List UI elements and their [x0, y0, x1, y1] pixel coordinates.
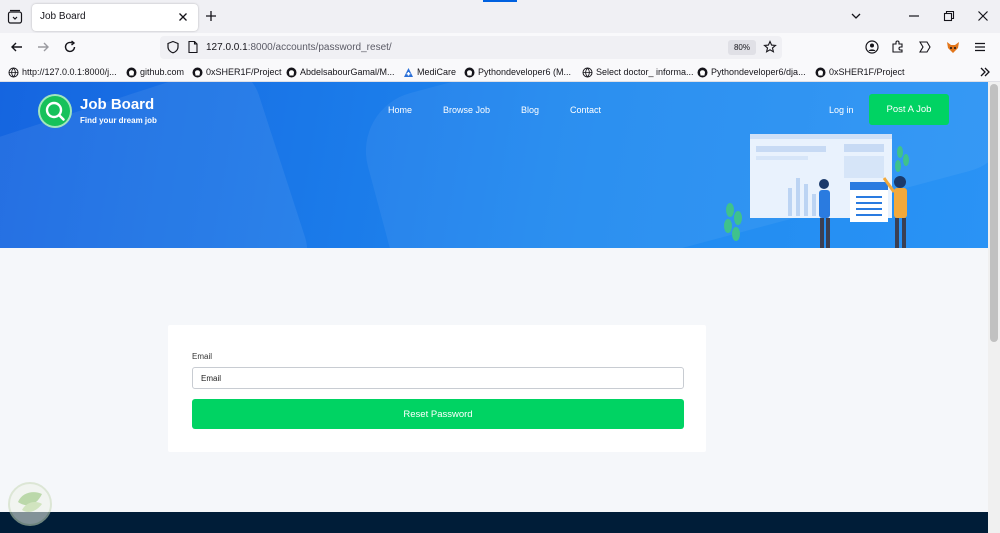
fox-extension-icon[interactable]: [945, 39, 961, 55]
scrollbar-thumb[interactable]: [990, 84, 998, 342]
login-link[interactable]: Log in: [829, 105, 854, 115]
address-bar[interactable]: 127.0.0.1:8000/accounts/password_reset/ …: [160, 36, 782, 59]
bookmark-label: Pythondeveloper6 (M...: [478, 67, 572, 77]
hero-banner: Job Board Find your dream job Home Brows…: [0, 82, 988, 248]
bookmark-item[interactable]: Pythondeveloper6/dja...: [697, 65, 806, 79]
search-icon: [45, 101, 65, 121]
medicare-icon: [404, 67, 413, 77]
url-path: :8000/accounts/password_reset/: [247, 42, 392, 53]
github-icon: [192, 67, 203, 77]
github-icon: [464, 67, 475, 77]
page-viewport: Job Board Find your dream job Home Brows…: [0, 82, 988, 533]
account-icon[interactable]: [864, 39, 880, 55]
close-window-icon[interactable]: [975, 8, 991, 24]
bookmark-label: Pythondeveloper6/dja...: [711, 67, 806, 77]
bookmark-item[interactable]: MediCare: [403, 65, 456, 79]
bookmark-item[interactable]: 0xSHER1F/Project: [815, 65, 905, 79]
bookmark-item[interactable]: Select doctor_ informa...: [582, 65, 694, 79]
logo-title[interactable]: Job Board: [80, 96, 154, 113]
reload-icon[interactable]: [62, 39, 78, 55]
minimize-icon[interactable]: [906, 8, 922, 24]
forward-arrow-icon[interactable]: [35, 39, 51, 55]
bookmark-item[interactable]: 0xSHER1F/Project: [192, 65, 282, 79]
list-all-tabs-icon[interactable]: [848, 8, 864, 24]
nav-browse-job[interactable]: Browse Job: [443, 105, 490, 115]
back-arrow-icon[interactable]: [9, 39, 25, 55]
post-job-button[interactable]: Post A Job: [869, 94, 949, 125]
chevron-double-right-icon[interactable]: [978, 65, 992, 79]
password-reset-card: Email Reset Password: [168, 325, 706, 452]
shield-icon[interactable]: [166, 40, 180, 54]
bookmark-label: MediCare: [417, 67, 457, 77]
globe-icon: [582, 67, 593, 77]
tab-indicator: [483, 0, 517, 2]
zoom-level-button[interactable]: 80%: [728, 40, 756, 55]
browser-tab[interactable]: Job Board: [32, 4, 198, 31]
email-label: Email: [192, 352, 213, 361]
extension-icon[interactable]: [917, 39, 933, 55]
page-icon[interactable]: [186, 40, 200, 54]
bookmark-item[interactable]: http://127.0.0.1:8000/j...: [8, 65, 117, 79]
github-icon: [815, 67, 826, 77]
restore-icon[interactable]: [941, 8, 957, 24]
tab-overview-icon[interactable]: [6, 8, 24, 26]
url-host: 127.0.0.1: [206, 42, 248, 53]
url-text[interactable]: 127.0.0.1:8000/accounts/password_reset/: [206, 42, 392, 53]
watermark-logo-icon: [8, 482, 52, 526]
bookmark-star-icon[interactable]: [763, 40, 777, 54]
tab-title: Job Board: [40, 11, 86, 22]
bookmark-item[interactable]: AbdelsabourGamal/M...: [286, 65, 395, 79]
nav-contact[interactable]: Contact: [570, 105, 601, 115]
logo-icon[interactable]: [38, 94, 72, 128]
page-footer: [0, 512, 988, 533]
new-tab-icon[interactable]: [204, 9, 218, 23]
github-icon: [697, 67, 708, 77]
bookmark-label: http://127.0.0.1:8000/j...: [22, 67, 117, 77]
bookmark-label: 0xSHER1F/Project: [206, 67, 282, 77]
tab-strip: Job Board: [0, 0, 1000, 33]
hero-illustration: [724, 134, 909, 248]
bookmark-label: github.com: [140, 67, 185, 77]
menu-hamburger-icon[interactable]: [972, 39, 988, 55]
email-input[interactable]: [192, 367, 684, 389]
bookmark-label: Select doctor_ informa...: [596, 67, 694, 77]
bookmark-label: 0xSHER1F/Project: [829, 67, 905, 77]
nav-home[interactable]: Home: [388, 105, 412, 115]
close-tab-icon[interactable]: [176, 10, 190, 24]
extensions-puzzle-icon[interactable]: [890, 39, 906, 55]
nav-blog[interactable]: Blog: [521, 105, 539, 115]
bookmark-label: AbdelsabourGamal/M...: [300, 67, 395, 77]
globe-icon: [8, 67, 19, 77]
page-scrollbar[interactable]: [988, 82, 1000, 533]
bookmarks-toolbar: http://127.0.0.1:8000/j... github.com 0xSH…: [0, 61, 1000, 82]
logo-subtitle: Find your dream job: [80, 116, 157, 125]
bookmark-item[interactable]: Pythondeveloper6 (M...: [464, 65, 571, 79]
reset-password-button[interactable]: Reset Password: [192, 399, 684, 429]
github-icon: [126, 67, 137, 77]
navigation-toolbar: 127.0.0.1:8000/accounts/password_reset/ …: [0, 33, 1000, 61]
bookmark-item[interactable]: github.com: [126, 65, 184, 79]
github-icon: [286, 67, 297, 77]
